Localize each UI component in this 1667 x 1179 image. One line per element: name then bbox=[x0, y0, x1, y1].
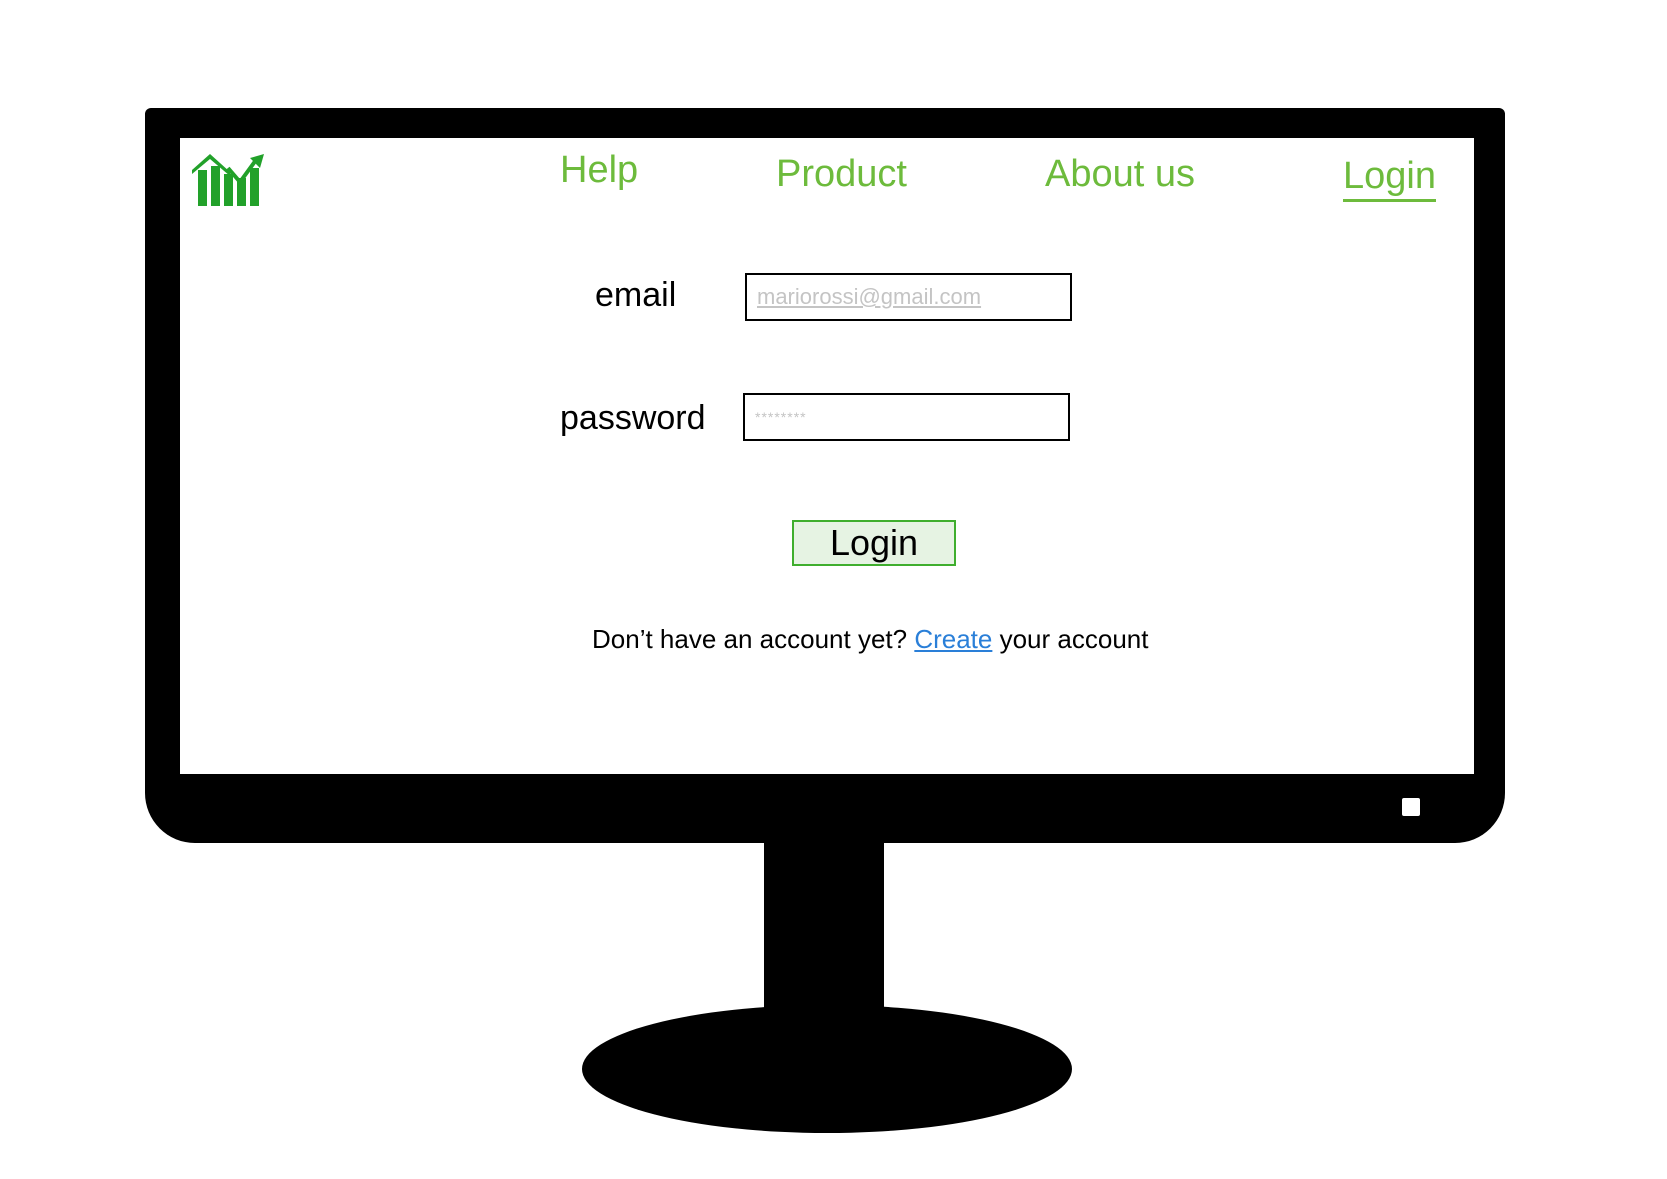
password-label: password bbox=[560, 399, 706, 437]
signup-prompt-suffix: your account bbox=[992, 624, 1149, 654]
monitor-power-button bbox=[1402, 798, 1420, 816]
signup-prompt-prefix: Don’t have an account yet? bbox=[592, 624, 915, 654]
nav-link-login[interactable]: Login bbox=[1343, 157, 1436, 202]
nav-link-help[interactable]: Help bbox=[560, 151, 638, 189]
password-field[interactable] bbox=[743, 393, 1070, 441]
login-button[interactable]: Login bbox=[792, 520, 956, 566]
signup-prompt: Don’t have an account yet? Create your a… bbox=[592, 626, 1148, 652]
bar-chart-house-icon[interactable] bbox=[190, 146, 266, 208]
nav-link-product[interactable]: Product bbox=[776, 155, 907, 193]
create-account-link[interactable]: Create bbox=[914, 624, 992, 654]
monitor-screen: Help Product About us Login email passwo… bbox=[180, 138, 1474, 774]
nav-link-about-us[interactable]: About us bbox=[1045, 155, 1195, 193]
monitor-stand-neck bbox=[764, 838, 884, 1028]
monitor-stand-base bbox=[582, 1005, 1072, 1133]
email-field[interactable] bbox=[745, 273, 1072, 321]
email-label: email bbox=[595, 276, 677, 314]
